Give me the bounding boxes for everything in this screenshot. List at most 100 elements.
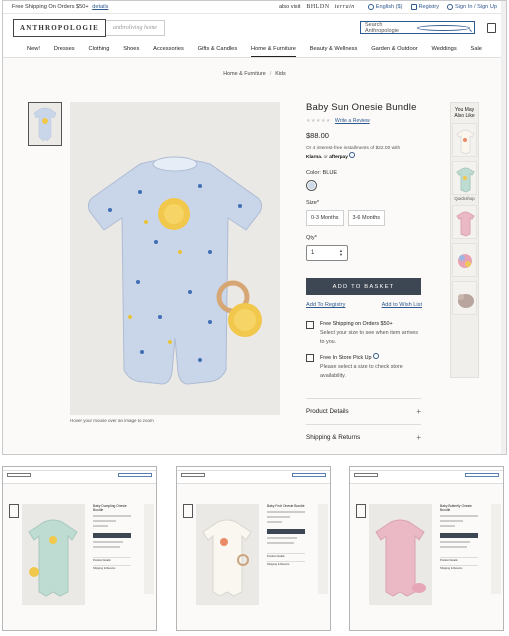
nav-beauty-wellness[interactable]: Beauty & Wellness (310, 42, 358, 56)
expand-plus-icon: + (416, 433, 421, 442)
ymal-item-5[interactable] (452, 281, 477, 315)
mini-thumbnail (356, 504, 366, 518)
main-nav: New! Dresses Clothing Shoes Accessories … (3, 41, 506, 58)
quickshop-link[interactable]: Quickshop (451, 196, 478, 201)
mini-ymal (144, 504, 154, 594)
mini-thumbnail (9, 504, 19, 518)
ymal-onesie-pink-image (456, 211, 475, 237)
mini-logo (7, 473, 31, 477)
signin-link[interactable]: Sign In / Sign Up (447, 4, 497, 10)
nav-home-furniture[interactable]: Home & Furniture (251, 42, 296, 57)
breadcrumb: Home & Furniture / Kids (223, 71, 286, 77)
language-selector[interactable]: English ($) (367, 4, 403, 10)
stepper-arrows-icon[interactable]: ▲ ▼ (339, 249, 343, 257)
nav-sale[interactable]: Sale (471, 42, 482, 56)
secondary-actions: Add To Registry Add to Wish List (306, 302, 422, 308)
ymal-toy-image (458, 254, 472, 268)
afterpay-logo[interactable]: afterpay (329, 155, 348, 160)
product-page-window: Free Shipping On Orders $50+ details als… (2, 0, 507, 455)
add-to-basket-button[interactable]: ADD TO BASKET (306, 278, 421, 295)
variant-screenshot-green[interactable]: Baby Dumpling Onesie Bundle Product Deta… (2, 466, 157, 631)
write-review-link[interactable]: Write a Review (335, 118, 370, 124)
ymal-elephant-image (458, 294, 474, 308)
product-details-accordion[interactable]: Product Details + (306, 398, 421, 424)
shipping-feature-text: Select your size to see when item arrive… (320, 330, 418, 345)
site-header: ANTHROPOLOGIE anthroliving home Search A… (3, 14, 506, 41)
scrollbar[interactable] (501, 1, 506, 454)
size-0-3-months[interactable]: 0-3 Months (306, 210, 344, 226)
shipping-details-link[interactable]: details (92, 4, 108, 10)
ymal-item-1[interactable] (452, 123, 477, 157)
ymal-onesie-green-image (456, 167, 475, 193)
mini-thumbnail (183, 504, 193, 518)
nav-accessories[interactable]: Accessories (153, 42, 184, 56)
breadcrumb-home-furniture[interactable]: Home & Furniture (223, 71, 266, 77)
terrain-link[interactable]: terrain (335, 4, 355, 10)
nav-garden-outdoor[interactable]: Garden & Outdoor (371, 42, 417, 56)
onesie-photo (87, 156, 263, 385)
shipping-promo: Free Shipping On Orders $50+ details (12, 4, 279, 10)
ymal-onesie-white-image (456, 129, 475, 155)
zoom-note: Hover your mouse over an image to zoom (70, 418, 154, 423)
klarna-logo[interactable]: Klarna. (306, 155, 322, 160)
anthropologie-logo[interactable]: ANTHROPOLOGIE (13, 18, 106, 37)
color-label: Color: BLUE (306, 170, 338, 176)
nav-weddings[interactable]: Weddings (432, 42, 457, 56)
installment-info: Or 4 interest-free installments of $22.0… (306, 145, 422, 161)
ymal-item-3[interactable] (452, 205, 477, 239)
nav-shoes[interactable]: Shoes (123, 42, 139, 56)
add-to-registry-link[interactable]: Add To Registry (306, 302, 345, 308)
globe-icon (367, 4, 374, 10)
size-options: 0-3 Months 3-6 Months (306, 210, 422, 226)
mini-title: Baby Dumpling Onesie Bundle (93, 504, 127, 512)
mini-logo (354, 473, 378, 477)
product-thumbnail[interactable] (28, 102, 62, 146)
add-to-wishlist-link[interactable]: Add to Wish List (382, 302, 422, 308)
search-icon[interactable] (416, 24, 470, 31)
ymal-item-4[interactable] (452, 243, 477, 277)
sun-applique (158, 198, 190, 230)
variant-screenshot-pink[interactable]: Baby Butterfly Onesie Bundle Product Det… (349, 466, 504, 631)
mini-ymal (491, 504, 501, 594)
variant-screenshot-white[interactable]: Baby Fruit Onesie Bundle Product Details… (176, 466, 331, 631)
nav-new[interactable]: New! (27, 42, 40, 56)
expand-plus-icon: + (416, 407, 421, 416)
registry-label: Registry (418, 4, 440, 10)
pickup-feature-text: Please select a size to check store avai… (320, 364, 403, 379)
nav-dresses[interactable]: Dresses (54, 42, 75, 56)
search-placeholder: Search Anthropologie (365, 21, 399, 34)
mini-ymal (318, 504, 328, 594)
rating-row: ★★★★★ Write a Review (306, 118, 422, 124)
color-swatch-blue[interactable] (306, 180, 317, 191)
mini-logo (181, 473, 205, 477)
shipping-returns-accordion[interactable]: Shipping & Returns + (306, 424, 421, 450)
box-icon (306, 321, 314, 329)
shipping-returns-label: Shipping & Returns (306, 434, 361, 441)
search-input[interactable]: Search Anthropologie (360, 21, 475, 34)
mini-title: Baby Butterfly Onesie Bundle (440, 504, 472, 512)
nav-clothing[interactable]: Clothing (88, 42, 109, 56)
top-promo-bar: Free Shipping On Orders $50+ details als… (3, 1, 506, 14)
mini-info: Baby Fruit Onesie Bundle Product Details… (267, 504, 305, 566)
mini-product-image (22, 504, 85, 605)
signin-label: Sign In / Sign Up (455, 4, 497, 10)
mini-shipping-label: Shipping & Returns (93, 567, 116, 570)
anthroliving-logo[interactable]: anthroliving home (106, 19, 165, 36)
store-icon (306, 354, 314, 362)
registry-link[interactable]: Registry (410, 4, 440, 10)
info-icon[interactable] (349, 152, 356, 158)
shopping-bag-icon[interactable] (487, 22, 496, 33)
bhldn-link[interactable]: BHLDN (306, 4, 329, 10)
product-price: $88.00 (306, 131, 329, 140)
nav-gifts-candles[interactable]: Gifts & Candles (198, 42, 238, 56)
mini-search (292, 473, 326, 477)
mini-product-image (369, 504, 432, 605)
quantity-stepper[interactable]: 1 ▲ ▼ (306, 245, 348, 261)
product-main-image[interactable] (70, 102, 280, 415)
breadcrumb-kids[interactable]: Kids (275, 71, 286, 77)
size-3-6-months[interactable]: 3-6 Months (347, 210, 386, 226)
shipping-promo-text: Free Shipping On Orders $50+ (12, 4, 89, 10)
rating-stars: ★★★★★ (306, 118, 331, 124)
ymal-item-2[interactable] (452, 161, 477, 195)
pickup-info-icon[interactable] (373, 353, 380, 359)
